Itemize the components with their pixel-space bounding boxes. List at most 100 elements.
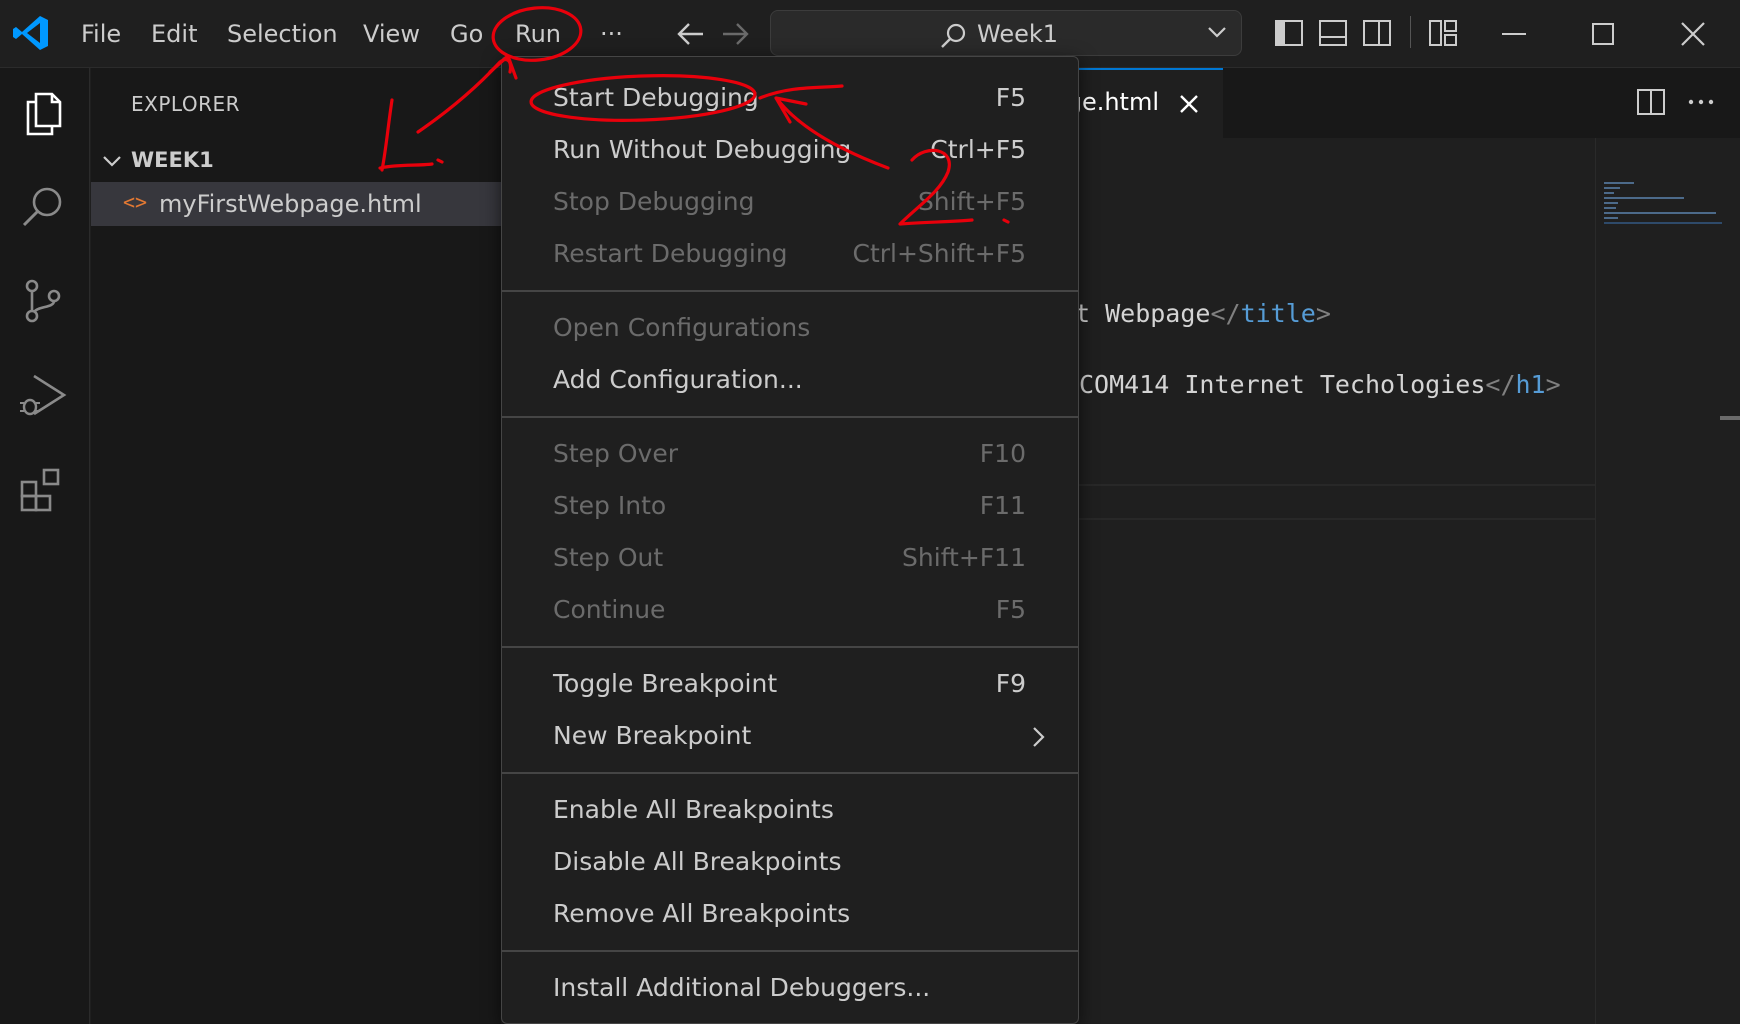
code-text: COM414 Internet Techologies xyxy=(1079,370,1486,399)
minimap-line xyxy=(1604,187,1620,189)
menu-start-debugging[interactable]: Start Debugging F5 xyxy=(502,73,1078,125)
menu-item-shortcut: F5 xyxy=(995,83,1026,112)
menu-item-shortcut: F9 xyxy=(995,669,1026,698)
menu-separator xyxy=(502,416,1078,418)
toggle-panel-icon[interactable] xyxy=(1318,18,1348,48)
menu-remove-all-breakpoints[interactable]: Remove All Breakpoints xyxy=(502,889,1078,941)
close-window-icon[interactable] xyxy=(1673,14,1713,54)
minimap-viewport xyxy=(1604,222,1722,224)
menu-new-breakpoint[interactable]: New Breakpoint xyxy=(502,711,1078,763)
minimap-line xyxy=(1604,212,1716,214)
toggle-secondary-sidebar-icon[interactable] xyxy=(1362,18,1392,48)
menu-item-label: Open Configurations xyxy=(553,313,811,342)
menu-run-without-debugging[interactable]: Run Without Debugging Ctrl+F5 xyxy=(502,125,1078,177)
source-control-icon[interactable] xyxy=(18,276,68,326)
menu-item-label: Step Over xyxy=(553,439,678,468)
customize-layout-icon[interactable] xyxy=(1428,18,1458,48)
menu-more[interactable]: ··· xyxy=(600,16,623,52)
minimap-line xyxy=(1604,202,1618,204)
menu-disable-all-breakpoints[interactable]: Disable All Breakpoints xyxy=(502,837,1078,889)
explorer-sidebar: EXPLORER WEEK1 <> myFirstWebpage.html xyxy=(91,68,501,1024)
menu-restart-debugging[interactable]: Restart Debugging Ctrl+Shift+F5 xyxy=(502,229,1078,281)
maximize-icon[interactable] xyxy=(1583,14,1623,54)
run-debug-icon[interactable] xyxy=(18,370,68,420)
menu-item-shortcut: Ctrl+Shift+F5 xyxy=(852,239,1027,268)
menu-selection[interactable]: Selection xyxy=(227,16,338,52)
html-file-icon: <> xyxy=(123,190,148,214)
menu-separator xyxy=(502,646,1078,648)
code-tag: h1 xyxy=(1515,370,1546,399)
chevron-down-icon xyxy=(103,156,121,167)
forward-arrow-icon[interactable] xyxy=(720,20,750,48)
menu-item-shortcut: F10 xyxy=(979,439,1026,468)
titlebar-divider xyxy=(1410,16,1411,48)
extensions-icon[interactable] xyxy=(18,464,68,514)
search-icon[interactable] xyxy=(18,182,68,232)
run-menu-dropdown: Start Debugging F5 Run Without Debugging… xyxy=(501,56,1079,1024)
menu-continue[interactable]: Continue F5 xyxy=(502,585,1078,637)
menu-run[interactable]: Run xyxy=(515,16,561,52)
split-editor-icon[interactable] xyxy=(1635,86,1667,118)
minimap-line xyxy=(1604,192,1614,194)
file-name: myFirstWebpage.html xyxy=(159,190,422,218)
menu-add-configuration[interactable]: Add Configuration... xyxy=(502,355,1078,407)
chevron-right-icon xyxy=(1033,727,1045,747)
toggle-primary-sidebar-icon[interactable] xyxy=(1274,18,1304,48)
file-row[interactable]: <> myFirstWebpage.html xyxy=(91,182,501,226)
menu-edit[interactable]: Edit xyxy=(151,16,197,52)
chevron-down-icon xyxy=(1208,27,1226,38)
back-arrow-icon[interactable] xyxy=(676,20,706,48)
menu-item-shortcut: F11 xyxy=(979,491,1026,520)
command-center[interactable]: Week1 xyxy=(770,10,1242,56)
menu-item-label: Continue xyxy=(553,595,666,624)
more-actions-icon[interactable] xyxy=(1685,86,1717,118)
menu-item-shortcut: Shift+F11 xyxy=(902,543,1026,572)
code-line-h1: COM414 Internet Techologies</h1> xyxy=(1079,370,1561,399)
menu-stop-debugging[interactable]: Stop Debugging Shift+F5 xyxy=(502,177,1078,229)
menu-step-into[interactable]: Step Into F11 xyxy=(502,481,1078,533)
search-icon xyxy=(941,23,966,48)
explorer-title: EXPLORER xyxy=(131,92,240,116)
close-tab-icon[interactable] xyxy=(1175,90,1203,118)
menu-item-label: Install Additional Debuggers... xyxy=(553,973,931,1002)
menu-file[interactable]: File xyxy=(81,16,121,52)
minimap[interactable] xyxy=(1595,138,1725,1024)
menu-item-label: Restart Debugging xyxy=(553,239,788,268)
minimap-line xyxy=(1604,197,1684,199)
code-text: t Webpage xyxy=(1075,299,1211,328)
menu-item-label: Remove All Breakpoints xyxy=(553,899,851,928)
command-center-label: Week1 xyxy=(977,20,1059,48)
minimap-line xyxy=(1604,217,1618,219)
menu-item-shortcut: Ctrl+F5 xyxy=(930,135,1026,164)
code-tag: title xyxy=(1240,299,1316,328)
menu-step-over[interactable]: Step Over F10 xyxy=(502,429,1078,481)
scrollbar-marker[interactable] xyxy=(1720,416,1740,420)
folder-row[interactable]: WEEK1 xyxy=(91,142,501,182)
menu-open-configurations[interactable]: Open Configurations xyxy=(502,303,1078,355)
menu-item-label: Toggle Breakpoint xyxy=(553,669,778,698)
menu-item-label: New Breakpoint xyxy=(553,721,752,750)
menu-item-label: Stop Debugging xyxy=(553,187,755,216)
vscode-logo-icon[interactable] xyxy=(12,14,50,52)
menu-enable-all-breakpoints[interactable]: Enable All Breakpoints xyxy=(502,785,1078,837)
code-line-title: t Webpage</title> xyxy=(1075,299,1331,328)
minimize-icon[interactable] xyxy=(1494,14,1534,54)
menu-go[interactable]: Go xyxy=(450,16,483,52)
explorer-icon[interactable] xyxy=(18,88,68,138)
tab-label: ge.html xyxy=(1066,88,1159,116)
menu-item-label: Step Into xyxy=(553,491,667,520)
menu-item-label: Step Out xyxy=(553,543,664,572)
menu-separator xyxy=(502,950,1078,952)
activity-bar xyxy=(0,68,90,1024)
menu-item-label: Enable All Breakpoints xyxy=(553,795,834,824)
menu-step-out[interactable]: Step Out Shift+F11 xyxy=(502,533,1078,585)
minimap-line xyxy=(1604,182,1634,184)
menu-toggle-breakpoint[interactable]: Toggle Breakpoint F9 xyxy=(502,659,1078,711)
menu-item-label: Disable All Breakpoints xyxy=(553,847,842,876)
menu-install-additional-debuggers[interactable]: Install Additional Debuggers... xyxy=(502,963,1078,1015)
menu-view[interactable]: View xyxy=(363,16,420,52)
menu-item-label: Add Configuration... xyxy=(553,365,803,394)
current-line-highlight xyxy=(1079,484,1595,520)
menu-item-label: Start Debugging xyxy=(553,83,759,112)
menu-separator xyxy=(502,290,1078,292)
